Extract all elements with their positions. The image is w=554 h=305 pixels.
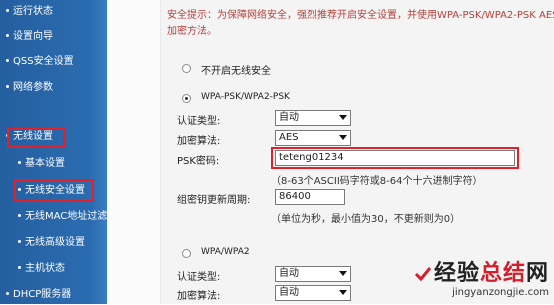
sidebar-nav: 运行状态 设置向导 QSS安全设置 网络参数 无线设置 基本设置 无线安全设置 … bbox=[0, 0, 107, 304]
encryption-2-value: 自动 bbox=[279, 287, 299, 298]
encryption-label: 加密算法: bbox=[177, 136, 221, 147]
psk-hint: （8-63个ASCII码字符或8-64个十六进制字符） bbox=[271, 176, 483, 187]
radio-wpa-psk-label: WPA-PSK/WPA2-PSK bbox=[201, 92, 290, 102]
period-hint: （单位为秒，最小值为30，不更新则为0） bbox=[271, 214, 461, 225]
chevron-down-icon bbox=[339, 290, 347, 295]
watermark-title-part2: 总结 bbox=[479, 261, 526, 286]
checkmark-logo-icon bbox=[414, 267, 432, 282]
sidebar-item-mac-filter[interactable]: 无线MAC地址过滤 bbox=[0, 207, 107, 227]
encryption-select[interactable]: AES bbox=[275, 130, 351, 146]
psk-password-label: PSK密码: bbox=[177, 156, 220, 167]
security-tip-line1: 安全提示：为保障网络安全，强烈推荐开启安全设置，并使用WPA-PSK/WPA2-… bbox=[167, 10, 554, 21]
radio-wpa-label: WPA/WPA2 bbox=[201, 247, 250, 257]
sidebar-item-network[interactable]: 网络参数 bbox=[0, 78, 107, 98]
group-key-period-value: 86400 bbox=[279, 191, 311, 202]
sidebar-item-label: 无线MAC地址过滤 bbox=[25, 211, 107, 222]
highlight-box-security bbox=[14, 179, 94, 202]
watermark-title-part1: 经验 bbox=[433, 261, 480, 286]
encryption-value: AES bbox=[279, 132, 299, 143]
auth-type-value: 自动 bbox=[279, 112, 299, 123]
chevron-down-icon bbox=[339, 135, 347, 140]
bullet-icon bbox=[18, 160, 21, 164]
auth-type-2-value: 自动 bbox=[279, 268, 299, 279]
watermark-title: 经验总结网 bbox=[414, 255, 549, 287]
bullet-icon bbox=[6, 8, 9, 12]
radio-no-security[interactable] bbox=[182, 64, 191, 73]
sidebar-item-label: 无线高级设置 bbox=[25, 237, 85, 248]
radio-no-security-label: 不开启无线安全 bbox=[201, 66, 271, 77]
bullet-icon bbox=[18, 265, 21, 269]
main-content: 安全提示：为保障网络安全，强烈推荐开启安全设置，并使用WPA-PSK/WPA2-… bbox=[107, 0, 554, 304]
encryption-2-select[interactable]: 自动 bbox=[275, 285, 351, 301]
bullet-icon bbox=[6, 291, 9, 295]
bullet-icon bbox=[6, 58, 9, 62]
radio-wpa-psk[interactable] bbox=[182, 94, 191, 103]
sidebar-item-qss[interactable]: QSS安全设置 bbox=[0, 52, 107, 72]
group-key-period-input[interactable]: 86400 bbox=[275, 189, 345, 205]
sidebar-item-wizard[interactable]: 设置向导 bbox=[0, 27, 107, 47]
bullet-icon bbox=[18, 239, 21, 243]
bullet-icon bbox=[6, 84, 9, 88]
sidebar-item-advanced[interactable]: 无线高级设置 bbox=[0, 233, 107, 253]
sidebar-item-label: 网络参数 bbox=[13, 82, 53, 93]
sidebar-item-label: DHCP服务器 bbox=[13, 289, 72, 300]
radio-wpa[interactable] bbox=[182, 249, 191, 258]
sidebar-item-status[interactable]: 运行状态 bbox=[0, 2, 107, 22]
auth-type-2-select[interactable]: 自动 bbox=[275, 266, 351, 282]
chevron-down-icon bbox=[339, 115, 347, 120]
sidebar-item-label: 运行状态 bbox=[13, 6, 53, 17]
bullet-icon bbox=[18, 213, 21, 217]
watermark-title-part3: 网 bbox=[525, 261, 549, 286]
highlight-box-wireless bbox=[7, 128, 65, 148]
encryption-2-label: 加密算法: bbox=[177, 291, 221, 302]
sidebar-item-label: 设置向导 bbox=[13, 31, 53, 42]
sidebar-item-dhcp[interactable]: DHCP服务器 bbox=[0, 285, 107, 305]
watermark-url: jingyanzongjie.com bbox=[452, 287, 549, 298]
sidebar-item-label: 主机状态 bbox=[25, 263, 65, 274]
highlight-box-psk bbox=[271, 147, 519, 169]
group-key-period-label: 组密钥更新周期: bbox=[177, 195, 251, 206]
security-settings-panel: 安全提示：为保障网络安全，强烈推荐开启安全设置，并使用WPA-PSK/WPA2-… bbox=[160, 0, 554, 304]
auth-type-label: 认证类型: bbox=[177, 116, 221, 127]
bullet-icon bbox=[6, 33, 9, 37]
sidebar-item-label: 基本设置 bbox=[25, 158, 65, 169]
sidebar-item-label: QSS安全设置 bbox=[13, 56, 74, 67]
site-watermark: 经验总结网 jingyanzongjie.com bbox=[414, 255, 549, 298]
security-tip-line2: 加密方法。 bbox=[167, 26, 217, 37]
chevron-down-icon bbox=[339, 271, 347, 276]
sidebar-item-host-status[interactable]: 主机状态 bbox=[0, 259, 107, 279]
auth-type-2-label: 认证类型: bbox=[177, 272, 221, 283]
auth-type-select[interactable]: 自动 bbox=[275, 110, 351, 126]
sidebar-item-basic[interactable]: 基本设置 bbox=[0, 154, 107, 174]
